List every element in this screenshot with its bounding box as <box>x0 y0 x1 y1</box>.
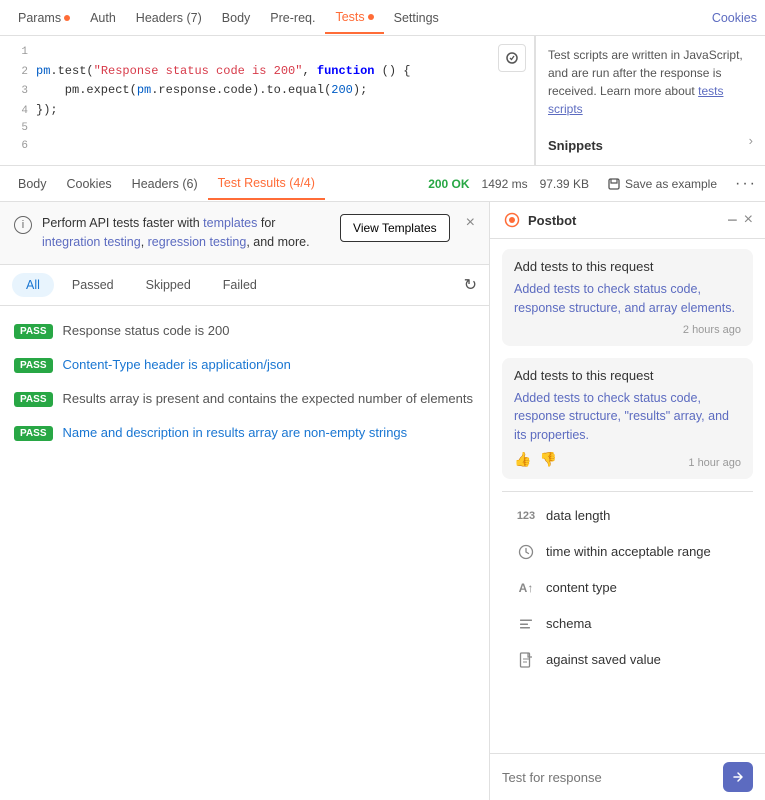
thumbs-up-btn[interactable]: 👍 <box>514 451 531 468</box>
chat-input[interactable] <box>502 770 715 785</box>
quick-item-schema[interactable]: schema <box>502 606 753 642</box>
quick-actions: 123 data length time within acceptable r… <box>502 491 753 684</box>
filter-tabs: All Passed Skipped Failed ↻ <box>0 265 489 306</box>
save-example-btn[interactable]: Save as example <box>601 175 723 193</box>
filter-tab-passed[interactable]: Passed <box>58 273 128 297</box>
chat-input-area <box>490 753 765 800</box>
chat-time-1: 1 hour ago <box>557 457 741 469</box>
code-line-4: 4 }); <box>0 101 490 121</box>
postbot-close-btn[interactable]: × <box>744 211 753 229</box>
code-action-btn[interactable] <box>498 44 526 72</box>
snippets-chevron[interactable]: › <box>749 133 753 148</box>
quick-item-saved-value[interactable]: against saved value <box>502 642 753 678</box>
close-banner-btn[interactable]: × <box>466 214 475 232</box>
chat-message-0: Add tests to this request Added tests to… <box>502 249 753 346</box>
test-item-1: PASS Content-Type header is application/… <box>0 348 489 382</box>
postbot-header: Postbot − × <box>490 202 765 239</box>
data-length-icon: 123 <box>516 506 536 526</box>
view-templates-btn[interactable]: View Templates <box>340 214 450 242</box>
chat-area: Add tests to this request Added tests to… <box>490 239 765 753</box>
chat-prompt-1: Add tests to this request <box>514 368 741 383</box>
code-editor[interactable]: 1 2 pm.test("Response status code is 200… <box>0 36 490 165</box>
file-icon <box>516 650 536 670</box>
chat-response-0: Added tests to check status code, respon… <box>514 280 741 318</box>
top-nav: Params Auth Headers (7) Body Pre-req. Te… <box>0 0 765 36</box>
tab-auth[interactable]: Auth <box>80 3 126 33</box>
schema-icon <box>516 614 536 634</box>
info-icon: i <box>14 216 32 234</box>
banner-text: Perform API tests faster with templates … <box>42 214 330 252</box>
cookies-tab[interactable]: Cookies <box>712 11 757 25</box>
quick-item-content-type[interactable]: A↑ content type <box>502 570 753 606</box>
send-icon <box>732 771 744 783</box>
tab-prereq[interactable]: Pre-req. <box>260 3 325 33</box>
quick-item-data-length[interactable]: 123 data length <box>502 498 753 534</box>
filter-tab-skipped[interactable]: Skipped <box>132 273 205 297</box>
status-info: 200 OK 1492 ms 97.39 KB Save as example … <box>428 175 757 193</box>
main-content: i Perform API tests faster with template… <box>0 202 765 800</box>
template-banner: i Perform API tests faster with template… <box>0 202 489 265</box>
chat-message-1: Add tests to this request Added tests to… <box>502 358 753 479</box>
filter-tab-all[interactable]: All <box>12 273 54 297</box>
magic-icon <box>505 51 519 65</box>
postbot-icon <box>502 210 522 230</box>
chat-feedback: 👍 👎 <box>514 451 557 468</box>
more-options-btn[interactable]: ··· <box>735 175 757 193</box>
params-dot <box>64 15 70 21</box>
tab-tests[interactable]: Tests <box>325 2 383 34</box>
resp-tab-cookies[interactable]: Cookies <box>57 169 122 199</box>
postbot-title: Postbot <box>528 213 721 228</box>
pass-badge-1: PASS <box>14 358 53 373</box>
clock-icon <box>516 542 536 562</box>
thumbs-down-btn[interactable]: 👎 <box>539 451 556 468</box>
test-label-3: Name and description in results array ar… <box>63 424 408 442</box>
resp-tab-body[interactable]: Body <box>8 169 57 199</box>
snippets-title: Snippets <box>548 138 603 153</box>
tab-settings[interactable]: Settings <box>384 3 449 33</box>
code-line-1: 1 <box>0 44 490 62</box>
response-time: 1492 ms <box>482 177 528 191</box>
test-item-0: PASS Response status code is 200 <box>0 314 489 348</box>
code-area: 1 2 pm.test("Response status code is 200… <box>0 36 765 166</box>
refresh-btn[interactable]: ↻ <box>464 275 477 295</box>
code-line-6: 6 <box>0 138 490 156</box>
resp-tab-headers[interactable]: Headers (6) <box>122 169 208 199</box>
chat-response-1: Added tests to check status code, respon… <box>514 389 741 445</box>
tab-params[interactable]: Params <box>8 3 80 33</box>
chat-time-0: 2 hours ago <box>514 324 741 336</box>
postbot-minimize-btn[interactable]: − <box>727 211 738 229</box>
snippets-panel: Test scripts are written in JavaScript, … <box>535 36 765 165</box>
tab-body[interactable]: Body <box>212 3 261 33</box>
quick-item-time[interactable]: time within acceptable range <box>502 534 753 570</box>
code-line-2: 2 pm.test("Response status code is 200",… <box>0 62 490 82</box>
chat-prompt-0: Add tests to this request <box>514 259 741 274</box>
pass-badge-2: PASS <box>14 392 53 407</box>
filter-tab-failed[interactable]: Failed <box>209 273 271 297</box>
test-label-0: Response status code is 200 <box>63 322 230 340</box>
test-results-list: PASS Response status code is 200 PASS Co… <box>0 306 489 800</box>
response-size: 97.39 KB <box>540 177 589 191</box>
send-btn[interactable] <box>723 762 753 792</box>
tests-dot <box>368 14 374 20</box>
status-code: 200 OK <box>428 177 469 191</box>
save-icon <box>607 177 621 191</box>
code-line-3: 3 pm.expect(pm.response.code).to.equal(2… <box>0 81 490 101</box>
postbot-panel: Postbot − × Add tests to this request Ad… <box>490 202 765 800</box>
test-item-3: PASS Name and description in results arr… <box>0 416 489 450</box>
code-line-5: 5 <box>0 120 490 138</box>
response-tabs: Body Cookies Headers (6) Test Results (4… <box>0 166 765 202</box>
test-label-2: Results array is present and contains th… <box>63 390 473 408</box>
resp-tab-test-results[interactable]: Test Results (4/4) <box>208 168 325 200</box>
content-type-icon: A↑ <box>516 578 536 598</box>
tab-headers[interactable]: Headers (7) <box>126 3 212 33</box>
test-item-2: PASS Results array is present and contai… <box>0 382 489 416</box>
test-label-1: Content-Type header is application/json <box>63 356 291 374</box>
pass-badge-0: PASS <box>14 324 53 339</box>
left-panel: i Perform API tests faster with template… <box>0 202 490 800</box>
pass-badge-3: PASS <box>14 426 53 441</box>
